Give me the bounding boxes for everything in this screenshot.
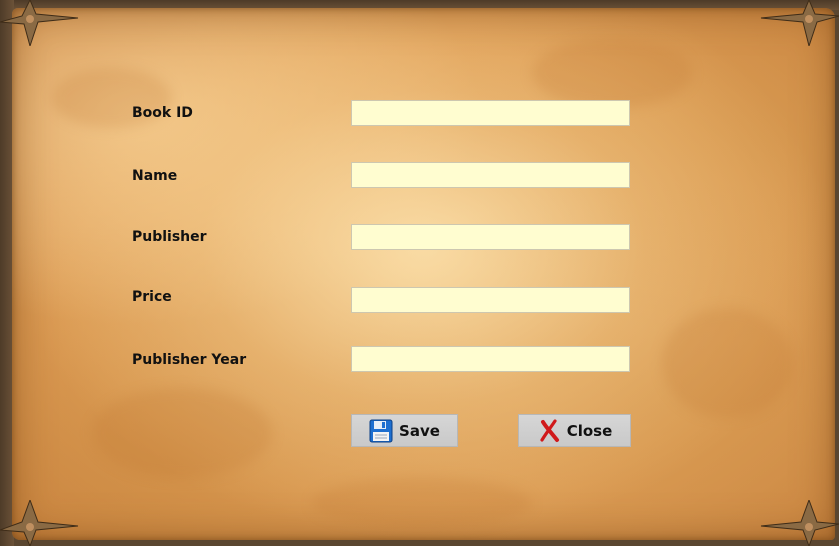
close-button[interactable]: Close <box>518 414 631 447</box>
publisher-year-input[interactable] <box>351 346 630 372</box>
save-button-label: Save <box>399 421 440 440</box>
publisher-year-label: Publisher Year <box>132 352 247 368</box>
close-button-label: Close <box>566 421 613 440</box>
book-id-input[interactable] <box>351 100 630 126</box>
name-input[interactable] <box>351 162 630 188</box>
book-form-window: Book ID Name Publisher Price Publisher Y… <box>0 0 839 546</box>
price-label: Price <box>132 289 172 305</box>
star-ornament-icon <box>0 498 80 546</box>
publisher-input[interactable] <box>351 224 630 250</box>
star-ornament-icon <box>759 0 839 48</box>
star-ornament-icon <box>759 498 839 546</box>
publisher-label: Publisher <box>132 229 207 245</box>
red-x-icon <box>537 418 561 443</box>
name-label: Name <box>132 168 178 184</box>
parchment-background <box>12 8 835 540</box>
floppy-disk-icon <box>369 419 393 443</box>
star-ornament-icon <box>0 0 80 48</box>
price-input[interactable] <box>351 287 630 313</box>
book-id-label: Book ID <box>132 105 193 121</box>
save-button[interactable]: Save <box>351 414 458 447</box>
